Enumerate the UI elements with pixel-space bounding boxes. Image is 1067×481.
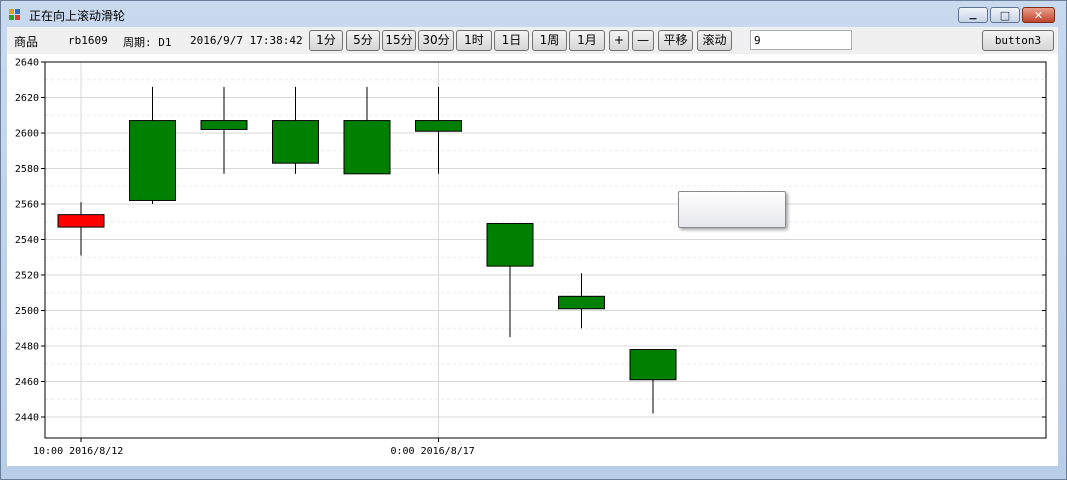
y-tick-label: 2580 xyxy=(15,164,39,175)
period-5min-button[interactable]: 5分 xyxy=(346,30,380,51)
close-icon: ✕ xyxy=(1033,8,1044,22)
y-tick-label: 2520 xyxy=(15,271,39,282)
maximize-button[interactable]: □ xyxy=(990,7,1020,23)
period-1month-button[interactable]: 1月 xyxy=(569,30,605,51)
zoom-out-button[interactable]: — xyxy=(632,30,654,51)
y-tick-label: 2460 xyxy=(15,377,39,388)
y-tick-label: 2500 xyxy=(15,306,39,317)
x-tick-label: 0:00 2016/8/17 xyxy=(391,446,475,457)
datetime-label: 2016/9/7 17:38:42 xyxy=(190,34,303,47)
pan-button[interactable]: 平移 xyxy=(658,30,693,51)
period-1min-button[interactable]: 1分 xyxy=(309,30,343,51)
window-title: 正在向上滚动滑轮 xyxy=(29,9,126,23)
candle-body xyxy=(200,120,248,130)
y-tick-label: 2540 xyxy=(15,235,39,246)
candle-body xyxy=(629,349,677,381)
candle-body xyxy=(415,120,462,132)
zoom-in-button[interactable]: + xyxy=(609,30,629,51)
title-bar[interactable]: 正在向上滚动滑轮 ▁ □ ✕ xyxy=(1,1,1066,27)
minimize-button[interactable]: ▁ xyxy=(958,7,988,23)
product-label: 商品 xyxy=(14,35,39,49)
candle-body xyxy=(343,120,391,175)
y-tick-label: 2440 xyxy=(15,413,39,424)
y-tick-label: 2640 xyxy=(15,58,39,69)
candle-body xyxy=(558,295,605,310)
y-tick-label: 2600 xyxy=(15,129,39,140)
window-bottom-border xyxy=(1,466,1067,481)
app-icon xyxy=(9,9,21,21)
x-tick-label: 10:00 2016/8/12 xyxy=(33,446,123,457)
client-area: 商品 rb1609 周期: D1 2016/9/7 17:38:42 1分 5分… xyxy=(7,27,1058,466)
minimize-icon: ▁ xyxy=(969,9,977,20)
period-1day-button[interactable]: 1日 xyxy=(494,30,529,51)
period-label: 周期: D1 xyxy=(123,36,172,49)
candlestick-chart[interactable]: 2640 2620 2600 2580 2560 2540 2520 2500 2480 2460… xyxy=(7,54,1058,466)
scroll-button[interactable]: 滚动 xyxy=(697,30,732,51)
value-input[interactable] xyxy=(750,30,852,50)
main-window: 正在向上滚动滑轮 ▁ □ ✕ 商品 rb1609 周期: D1 2016/9/7… xyxy=(0,0,1067,480)
period-30min-button[interactable]: 30分 xyxy=(418,30,454,51)
period-1hour-button[interactable]: 1时 xyxy=(456,30,492,51)
maximize-icon: □ xyxy=(999,8,1011,22)
product-value: rb1609 xyxy=(68,34,108,47)
chart-canvas: 2640 2620 2600 2580 2560 2540 2520 2500 2480 2460… xyxy=(15,58,1047,457)
y-tick-label: 2560 xyxy=(15,200,39,211)
candle-body xyxy=(129,120,176,201)
toolbar: 商品 rb1609 周期: D1 2016/9/7 17:38:42 1分 5分… xyxy=(7,27,1058,53)
candle-body xyxy=(272,120,319,164)
y-tick-label: 2620 xyxy=(15,93,39,104)
period-1week-button[interactable]: 1周 xyxy=(532,30,567,51)
y-tick-label: 2480 xyxy=(15,342,39,353)
floating-panel[interactable] xyxy=(678,191,786,228)
period-15min-button[interactable]: 15分 xyxy=(382,30,416,51)
candle-body xyxy=(486,223,534,267)
button3[interactable]: button3 xyxy=(982,30,1054,51)
close-button[interactable]: ✕ xyxy=(1022,7,1055,23)
candle-body xyxy=(57,214,105,228)
